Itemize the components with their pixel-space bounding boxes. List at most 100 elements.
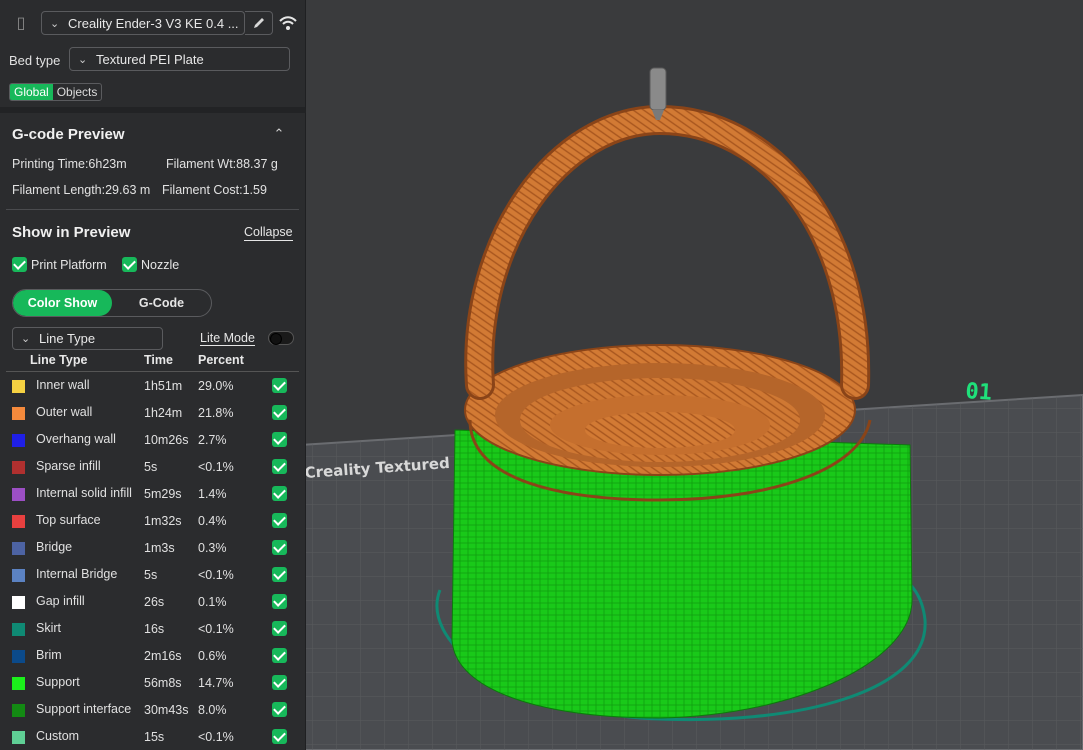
header-line-type: Line Type xyxy=(6,349,144,372)
line-type-name: Support xyxy=(36,675,80,690)
show-in-preview-title: Show in Preview xyxy=(12,224,131,241)
line-type-cell: Custom xyxy=(6,723,144,750)
line-type-cell: Inner wall xyxy=(6,372,144,400)
table-row: Skirt 16s <0.1% xyxy=(6,615,299,642)
preview-mode-toggle: Color Show G-Code xyxy=(12,289,212,317)
view-type-value: Line Type xyxy=(39,331,96,346)
collapse-up-icon[interactable]: ⌃ xyxy=(270,125,288,143)
time-cell: 5s xyxy=(144,459,158,474)
time-cell: 10m26s xyxy=(144,432,189,447)
visibility-checkbox[interactable] xyxy=(272,507,299,534)
header-percent: Percent xyxy=(198,349,272,372)
table-row: Brim 2m16s 0.6% xyxy=(6,642,299,669)
time-cell: 2m16s xyxy=(144,648,182,663)
color-swatch xyxy=(12,433,25,447)
nozzle-label: Nozzle xyxy=(141,257,180,272)
time-cell: 56m8s xyxy=(144,675,182,690)
visibility-checkbox[interactable] xyxy=(272,534,299,561)
visibility-checkbox[interactable] xyxy=(272,399,299,426)
printer-name: Creality Ender-3 V3 KE 0.4 ... xyxy=(68,15,239,31)
time-cell: 26s xyxy=(144,594,165,609)
gcode-button[interactable]: G-Code xyxy=(112,290,211,316)
color-show-button[interactable]: Color Show xyxy=(13,290,112,316)
tab-global[interactable]: Global xyxy=(10,84,53,100)
line-type-cell: Overhang wall xyxy=(6,426,144,453)
line-type-cell: Internal solid infill xyxy=(6,480,144,507)
table-row: Support interface 30m43s 8.0% xyxy=(6,696,299,723)
table-row: Sparse infill 5s <0.1% xyxy=(6,453,299,480)
percent-cell: <0.1% xyxy=(198,621,234,636)
plate-number: 01 xyxy=(965,379,993,406)
percent-cell: 0.6% xyxy=(198,648,227,663)
chevron-down-icon: ⌄ xyxy=(50,17,60,30)
gcode-preview-panel: G-code Preview ⌃ Printing Time:6h23m Fil… xyxy=(0,113,306,750)
percent-cell: 8.0% xyxy=(198,702,227,717)
visibility-checkbox[interactable] xyxy=(272,372,299,400)
printer-settings-panel: ▯ ⌄ Creality Ender-3 V3 KE 0.4 ... Bed t… xyxy=(0,0,306,113)
checkbox-checked-icon xyxy=(272,378,287,394)
color-swatch xyxy=(12,460,25,474)
percent-cell: 1.4% xyxy=(198,486,227,501)
lite-mode-switch[interactable] xyxy=(268,331,294,345)
time-cell: 1m32s xyxy=(144,513,182,528)
visibility-checkbox[interactable] xyxy=(272,561,299,588)
percent-cell: 0.3% xyxy=(198,540,227,555)
collapse-link[interactable]: Collapse xyxy=(244,225,293,241)
color-swatch xyxy=(12,703,25,717)
line-type-name: Inner wall xyxy=(36,378,90,393)
color-swatch xyxy=(12,649,25,663)
nozzle-checkbox[interactable]: Nozzle xyxy=(122,257,179,272)
visibility-checkbox[interactable] xyxy=(272,696,299,723)
color-swatch xyxy=(12,568,25,582)
settings-scope-tabs: Global Objects xyxy=(9,83,103,101)
table-header-row: Line Type Time Percent xyxy=(6,349,299,372)
checkbox-checked-icon xyxy=(272,648,287,664)
time-cell: 30m43s xyxy=(144,702,189,717)
visibility-checkbox[interactable] xyxy=(272,669,299,696)
checkbox-checked-icon xyxy=(272,405,287,421)
printer-select[interactable]: ⌄ Creality Ender-3 V3 KE 0.4 ... xyxy=(41,11,245,35)
line-type-cell: Support interface xyxy=(6,696,144,723)
print-platform-checkbox[interactable]: Print Platform xyxy=(12,257,107,272)
checkbox-checked-icon xyxy=(272,540,287,556)
table-row: Top surface 1m32s 0.4% xyxy=(6,507,299,534)
wifi-icon[interactable] xyxy=(278,13,298,33)
tab-objects[interactable]: Objects xyxy=(53,84,102,100)
checkbox-checked-icon xyxy=(272,486,287,502)
view-type-select[interactable]: ⌄ Line Type xyxy=(12,327,163,350)
visibility-checkbox[interactable] xyxy=(272,426,299,453)
line-type-cell: Skirt xyxy=(6,615,144,642)
bed-type-label: Bed type xyxy=(9,53,61,68)
line-type-name: Internal Bridge xyxy=(36,567,118,582)
chevron-down-icon: ⌄ xyxy=(21,333,31,345)
visibility-checkbox[interactable] xyxy=(272,480,299,507)
color-swatch xyxy=(12,595,25,609)
edit-printer-button[interactable] xyxy=(245,11,273,35)
time-cell: 15s xyxy=(144,729,165,744)
line-type-name: Internal solid infill xyxy=(36,486,132,501)
line-type-cell: Top surface xyxy=(6,507,144,534)
line-type-name: Overhang wall xyxy=(36,432,116,447)
checkbox-checked-icon xyxy=(272,594,287,610)
time-cell: 1h51m xyxy=(144,378,183,393)
checkbox-checked-icon xyxy=(272,702,287,718)
percent-cell: 21.8% xyxy=(198,405,234,420)
line-type-name: Gap infill xyxy=(36,594,85,609)
percent-cell: <0.1% xyxy=(198,459,234,474)
line-type-table: Line Type Time Percent Inner wall 1h51m 29… xyxy=(6,349,299,750)
visibility-checkbox[interactable] xyxy=(272,588,299,615)
percent-cell: 29.0% xyxy=(198,378,234,393)
bed-type-select[interactable]: ⌄ Textured PEI Plate xyxy=(69,47,290,71)
visibility-checkbox[interactable] xyxy=(272,642,299,669)
line-type-name: Support interface xyxy=(36,702,132,717)
printing-time: Printing Time:6h23m xyxy=(12,157,127,171)
checkbox-checked-icon xyxy=(272,432,287,448)
table-row: Support 56m8s 14.7% xyxy=(6,669,299,696)
line-type-name: Skirt xyxy=(36,621,61,636)
checkbox-checked-icon xyxy=(12,257,27,272)
line-type-cell: Bridge xyxy=(6,534,144,561)
line-type-name: Bridge xyxy=(36,540,73,555)
visibility-checkbox[interactable] xyxy=(272,723,299,750)
visibility-checkbox[interactable] xyxy=(272,615,299,642)
visibility-checkbox[interactable] xyxy=(272,453,299,480)
